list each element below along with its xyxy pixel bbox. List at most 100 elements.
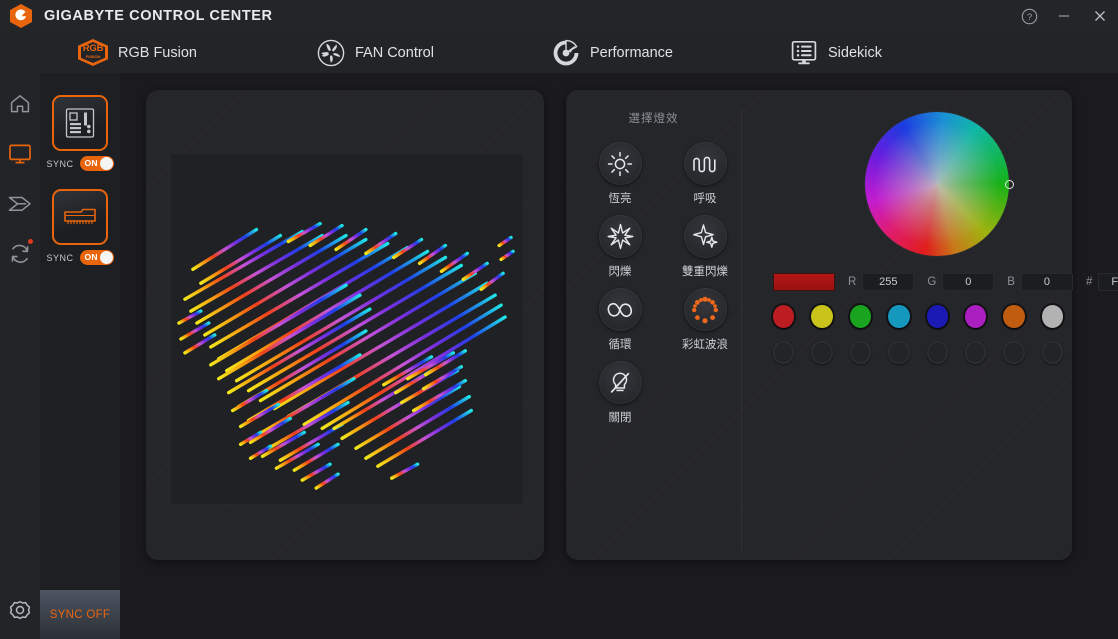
sync-row-graphics-card: SYNC ON <box>40 250 120 265</box>
color-wheel-wrapper <box>865 112 1014 256</box>
preset-swatch-empty[interactable] <box>1041 341 1063 364</box>
sync-row-motherboard: SYNC ON <box>40 156 120 171</box>
color-value-row: R 255 G 0 B 0 # FF0000 <box>773 273 1118 291</box>
rail-item-update[interactable] <box>0 229 40 279</box>
preset-swatch-orange[interactable] <box>1003 305 1025 328</box>
sync-toggle-motherboard[interactable]: ON <box>79 156 114 171</box>
help-button[interactable]: ? <box>1012 0 1046 32</box>
effect-cycle-label: 循環 <box>608 339 632 351</box>
tab-label-sidekick: Sidekick <box>827 44 882 61</box>
effect-cycle-button[interactable] <box>598 288 642 331</box>
rgb-fusion-hex-icon: RGB FUSION <box>78 39 108 66</box>
global-sync-button[interactable]: SYNC OFF <box>40 590 120 639</box>
effect-breathing-button[interactable] <box>683 142 727 185</box>
r-label: R <box>848 276 857 288</box>
effect-rainbow-wave-button[interactable] <box>683 288 727 331</box>
starburst-flash-icon <box>607 223 633 250</box>
preset-swatch-empty[interactable] <box>888 341 910 364</box>
minimize-icon <box>1059 15 1069 17</box>
preset-swatch-empty[interactable] <box>811 341 833 364</box>
title-bar: GIGABYTE CONTROL CENTER ? <box>0 0 1118 32</box>
effect-rainbow-wave[interactable]: 彩虹波浪 <box>673 288 737 352</box>
rgb-badge-line1: RGB <box>82 43 104 54</box>
preset-swatch-purple[interactable] <box>964 305 987 328</box>
graphics-card-icon <box>64 208 96 224</box>
g-label: G <box>927 276 937 288</box>
sun-static-icon <box>607 151 633 176</box>
hex-field[interactable]: FF0000 <box>1098 273 1118 291</box>
g-field[interactable]: 0 <box>942 273 995 291</box>
current-color-swatch <box>773 273 835 291</box>
color-wheel-cursor[interactable] <box>1005 180 1014 189</box>
rail-item-display[interactable] <box>0 129 40 179</box>
preset-swatch-empty[interactable] <box>926 341 948 364</box>
monitor-list-icon <box>791 40 817 64</box>
tab-fan-control[interactable]: FAN Control <box>317 32 434 73</box>
motherboard-icon <box>65 108 95 138</box>
effects-grid: 恆亮 呼吸 閃爍 雙重閃爍 循環 彩虹波浪 關閉 <box>588 142 738 425</box>
effect-cycle[interactable]: 循環 <box>588 288 652 352</box>
rail-item-home[interactable] <box>0 79 40 129</box>
hsv-color-wheel[interactable] <box>865 112 1014 256</box>
r-field[interactable]: 255 <box>862 273 915 291</box>
infinity-cycle-icon <box>607 302 633 317</box>
effect-static[interactable]: 恆亮 <box>588 142 652 206</box>
effect-rainbow-wave-label: 彩虹波浪 <box>682 339 728 351</box>
preset-swatch-green[interactable] <box>849 305 872 328</box>
tab-performance[interactable]: Performance <box>552 32 673 73</box>
effect-off-label: 關閉 <box>608 412 632 424</box>
effect-static-label: 恆亮 <box>608 193 632 205</box>
preset-swatch-empty[interactable] <box>964 341 987 364</box>
preset-swatch-empty[interactable] <box>773 341 795 364</box>
tab-label-rgb-fusion: RGB Fusion <box>118 44 197 61</box>
rail-item-boost[interactable] <box>0 179 40 229</box>
rail-item-settings[interactable] <box>0 591 40 631</box>
fan-blades-icon <box>317 39 345 66</box>
preset-swatch-gray[interactable] <box>1041 305 1063 328</box>
effect-breathing[interactable]: 呼吸 <box>673 142 737 206</box>
toggle-knob <box>99 157 113 170</box>
device-motherboard[interactable] <box>52 95 108 151</box>
sync-toggle-graphics-card[interactable]: ON <box>79 250 114 265</box>
effect-double-flash-button[interactable] <box>683 215 727 258</box>
tab-sidekick[interactable]: Sidekick <box>790 32 882 73</box>
preset-swatch-yellow[interactable] <box>811 305 833 328</box>
preset-swatch-empty[interactable] <box>1003 341 1025 364</box>
bulb-off-icon <box>610 371 630 393</box>
sync-toggle-state-graphics-card: ON <box>84 252 98 262</box>
device-graphics-card[interactable] <box>52 189 108 245</box>
main-tab-bar: RGB FUSION RGB Fusion FAN Control Perfor… <box>0 32 1118 73</box>
b-field[interactable]: 0 <box>1020 273 1073 291</box>
minimize-button[interactable] <box>1046 0 1082 32</box>
toggle-knob <box>99 251 113 264</box>
update-badge-dot <box>28 239 33 244</box>
effect-double-flash-label: 雙重閃爍 <box>682 266 728 278</box>
refresh-icon <box>11 244 29 263</box>
tab-rgb-fusion[interactable]: RGB FUSION RGB Fusion <box>78 32 197 73</box>
gigabyte-control-center-window: GIGABYTE CONTROL CENTER ? RGB FUSION RGB… <box>0 0 1118 639</box>
rainbow-dots-ring-icon <box>692 296 718 323</box>
effect-and-color-panel: 選擇燈效 恆亮 呼吸 閃爍 雙重閃爍 循環 彩虹波浪 關閉 R 255 G 0 … <box>566 90 1118 560</box>
effect-off[interactable]: 關閉 <box>588 361 652 425</box>
effect-flash-button[interactable] <box>598 215 642 258</box>
close-button[interactable] <box>1082 0 1118 32</box>
aorus-eagle-led-preview[interactable] <box>170 153 524 505</box>
arrow-wing-icon <box>8 196 31 211</box>
preset-swatch-blue[interactable] <box>926 305 948 328</box>
effect-flash-label: 閃爍 <box>608 266 632 278</box>
hex-label: # <box>1085 276 1093 288</box>
performance-gauge-icon <box>553 39 579 65</box>
home-icon <box>10 95 30 113</box>
effect-flash[interactable]: 閃爍 <box>588 215 652 279</box>
preset-swatch-cyan[interactable] <box>888 305 910 328</box>
preset-row-empty <box>773 341 1063 364</box>
effect-off-button[interactable] <box>598 361 642 404</box>
effect-static-button[interactable] <box>598 142 642 185</box>
preset-swatch-empty[interactable] <box>849 341 872 364</box>
monitor-icon <box>9 144 31 164</box>
effect-double-flash[interactable]: 雙重閃爍 <box>673 215 737 279</box>
preset-swatch-red[interactable] <box>773 305 795 328</box>
panel-divider <box>741 110 742 550</box>
tab-label-fan-control: FAN Control <box>354 44 434 61</box>
color-preset-grid <box>773 305 1063 364</box>
